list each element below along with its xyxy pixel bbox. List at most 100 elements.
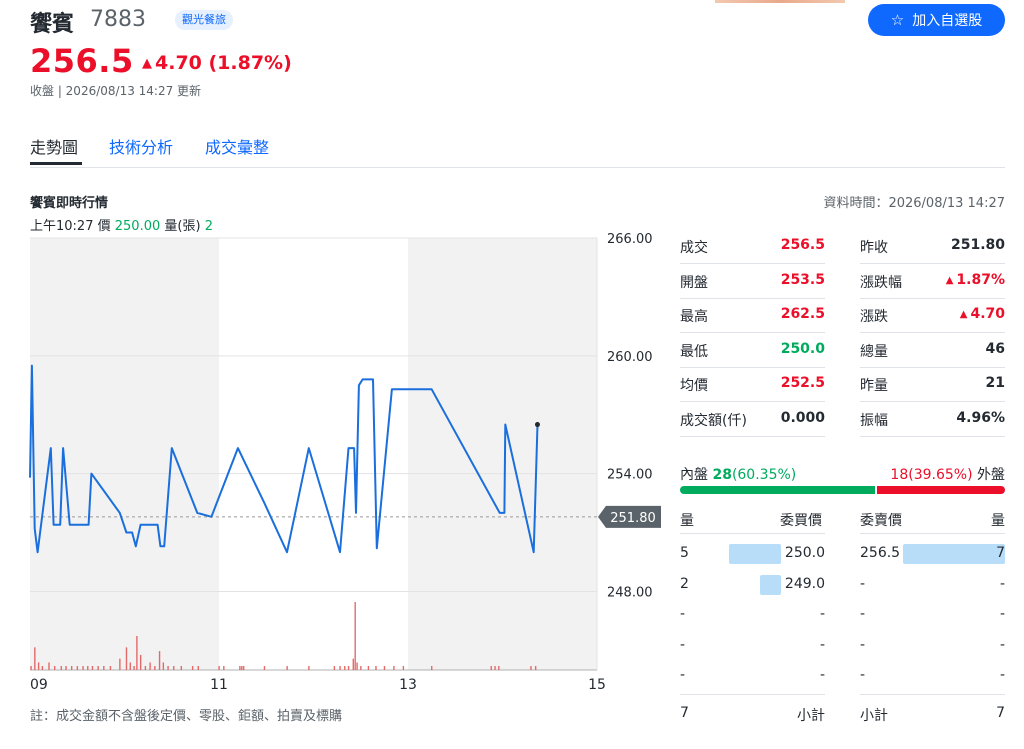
inner-label: 內盤	[680, 467, 713, 483]
volume-bar	[218, 666, 220, 670]
ask-price: 256.5	[860, 545, 901, 561]
current-price: 256.5	[30, 42, 134, 80]
volume-bar	[173, 666, 175, 670]
inner-pct: (60.35%)	[731, 467, 797, 483]
inner-ratio-label: 內盤 28(60.35%)	[680, 464, 796, 484]
tabs-divider	[30, 167, 1005, 168]
volume-bar	[308, 666, 310, 670]
volume-bar	[347, 666, 350, 670]
stat-value-text: 46	[985, 340, 1005, 357]
volume-bar	[530, 666, 532, 670]
x-tick-label: 09	[30, 677, 48, 693]
bid-price: 249.0	[784, 575, 825, 592]
stat-row: 最高 262.5	[680, 299, 825, 334]
volume-bar	[41, 666, 44, 670]
stat-value: 262.5	[781, 306, 825, 322]
stat-label: 昨收	[860, 240, 888, 256]
volume-bar	[367, 666, 370, 670]
stat-value: 46	[986, 341, 1005, 357]
stat-label: 總量	[860, 343, 888, 360]
volume-bar	[103, 666, 105, 670]
intraday-chart[interactable]: 266.00 260.00 254.00 248.00 09 11 13 15 251.80	[0, 230, 665, 700]
y-tick-label: 248.00	[607, 585, 653, 600]
volume-bar	[158, 651, 161, 670]
ask-volume-bar	[903, 544, 1005, 564]
stat-value: 21	[986, 375, 1005, 391]
volume-bar	[498, 666, 500, 670]
ask-total: 7	[996, 705, 1005, 721]
stat-value-text: 253.5	[780, 271, 825, 288]
sector-tag[interactable]: 觀光餐旅	[175, 10, 233, 30]
stat-value: 250.0	[781, 341, 825, 357]
volume-bar	[162, 662, 165, 670]
volume-bar	[87, 666, 89, 670]
ask-total-label: 小計	[860, 708, 888, 724]
bid-header-divider	[680, 533, 825, 534]
volume-bar	[60, 666, 62, 670]
chart-shaded-band	[30, 238, 219, 670]
inner-value: 28	[712, 467, 732, 483]
stat-value: 0.000	[781, 410, 825, 426]
stat-row: 振幅 4.96%	[860, 403, 1005, 437]
up-arrow-icon: ▲	[945, 274, 954, 286]
up-arrow-icon: ▲	[959, 309, 968, 321]
bid-price: -	[819, 636, 825, 653]
y-tick-label: 254.00	[607, 468, 653, 483]
bid-qty: 2	[680, 575, 689, 592]
volume-bar	[136, 636, 138, 670]
bid-qty-header: 量	[680, 513, 694, 529]
stat-label: 均價	[680, 378, 708, 395]
volume-bar	[490, 666, 492, 670]
ask-price: -	[860, 636, 866, 653]
volume-bar	[65, 666, 67, 670]
up-arrow-icon: ▲	[142, 56, 152, 71]
volume-bar	[144, 666, 147, 670]
stat-value-text: 256.5	[780, 237, 825, 253]
active-tab-indicator	[30, 162, 82, 165]
stat-value: 256.5	[781, 237, 825, 253]
tab-technical-analysis[interactable]: 技術分析	[109, 134, 173, 158]
watch-button-label: 加入自選股	[912, 13, 983, 29]
tab-trend-chart[interactable]: 走勢圖	[30, 134, 78, 158]
volume-bar	[82, 666, 84, 670]
volume-bar	[534, 666, 537, 670]
stat-value-text: 262.5	[780, 306, 825, 323]
stat-value-text: 252.5	[780, 375, 825, 392]
volume-bar	[286, 666, 288, 670]
volume-bar	[119, 658, 121, 670]
ask-qty: -	[999, 606, 1005, 622]
volume-bar	[53, 666, 56, 670]
stat-value: 253.5	[781, 272, 825, 288]
stat-label: 開盤	[680, 274, 708, 291]
stat-value: 252.5	[781, 375, 825, 391]
volume-bar	[494, 666, 496, 670]
volume-bar	[356, 662, 358, 670]
stat-value-text: 1.87%	[956, 271, 1005, 288]
footnote: 註：成交金額不含盤後定價、零股、鉅額、拍賣及標購	[30, 709, 343, 724]
outer-ratio-bar	[877, 486, 1005, 494]
stat-label: 漲跌	[860, 309, 888, 326]
ask-footer-divider	[860, 694, 1005, 695]
stat-value-text: 250.0	[780, 340, 825, 357]
stat-row: 成交 256.5	[680, 230, 825, 264]
tab-trade-summary[interactable]: 成交彙整	[205, 134, 269, 158]
volume-bar	[402, 666, 405, 670]
top-decor-strip	[715, 0, 845, 3]
y-tick-label: 266.00	[607, 232, 653, 247]
chart-shaded-band	[408, 238, 597, 670]
volume-bar	[154, 666, 156, 670]
volume-bar	[339, 666, 341, 670]
ask-price: -	[860, 667, 866, 683]
stat-row: 成交額(仟) 0.000	[680, 403, 825, 437]
stat-label: 成交	[680, 240, 708, 256]
volume-bar	[375, 666, 377, 670]
add-to-watchlist-button[interactable]: ☆ 加入自選股	[868, 4, 1005, 36]
stat-label: 昨量	[860, 378, 888, 395]
bid-qty: -	[680, 606, 686, 622]
volume-bar	[48, 662, 50, 670]
stat-row: 昨收 251.80	[860, 230, 1005, 264]
ask-qty: -	[999, 575, 1005, 592]
ask-header-divider	[860, 533, 1005, 534]
ask-qty-header: 量	[991, 513, 1005, 529]
bid-qty: 5	[680, 545, 689, 561]
